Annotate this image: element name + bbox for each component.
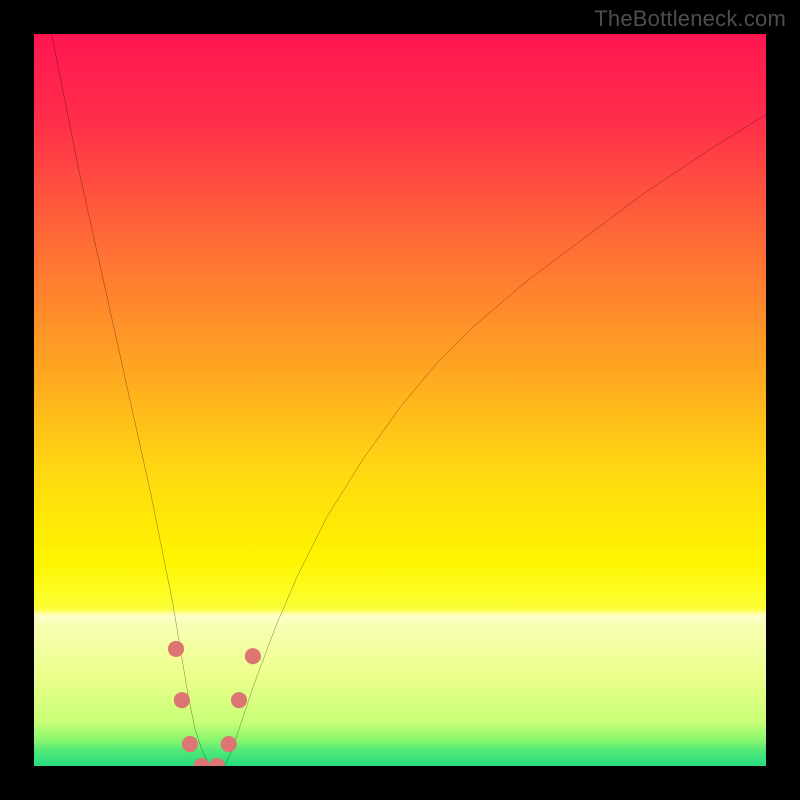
- chart-frame: TheBottleneck.com: [0, 0, 800, 800]
- bottleneck-curve: [34, 34, 766, 766]
- watermark-label: TheBottleneck.com: [594, 6, 786, 32]
- plot-area: [34, 34, 766, 766]
- highlighted-range-markers: [168, 641, 261, 766]
